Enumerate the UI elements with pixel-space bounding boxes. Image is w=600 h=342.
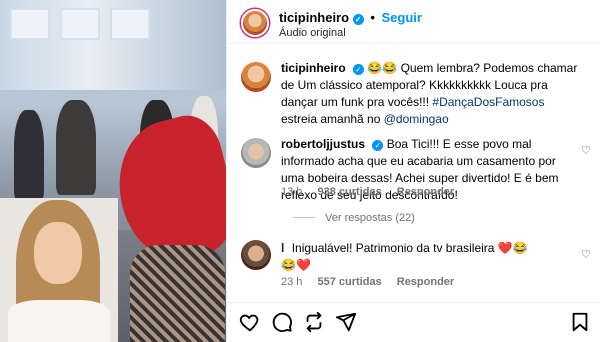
author-username[interactable]: ticipinheiro <box>279 10 349 25</box>
studio-panel <box>10 8 50 40</box>
studio-panel <box>60 8 100 40</box>
caption-avatar[interactable] <box>241 62 271 92</box>
repost-icon[interactable] <box>303 311 325 333</box>
comment-emoji-line: 😂❤️ <box>281 258 311 272</box>
studio-panel <box>110 8 150 40</box>
comment-time: 13 h <box>281 186 303 198</box>
verified-icon: ✓ <box>352 14 364 25</box>
post-video[interactable] <box>0 0 226 342</box>
comment-username[interactable]: l <box>281 241 284 255</box>
header-user-line: ticipinheiro ✓ • Seguir <box>279 10 422 25</box>
dancer-legs <box>130 245 225 342</box>
view-replies-button[interactable]: Ver respostas (22) <box>293 212 415 224</box>
comment-body: Inigualável! Patrimonio da tv brasileira… <box>291 241 528 255</box>
comment-likes[interactable]: 557 curtidas <box>317 276 381 288</box>
author-avatar[interactable] <box>241 9 269 37</box>
comment-like-heart-icon[interactable]: ♡ <box>581 248 591 261</box>
comment-likes[interactable]: 938 curtidas <box>317 186 381 198</box>
comment-text: l Inigualável! Patrimonio da tv brasilei… <box>281 240 581 274</box>
bookmark-icon[interactable] <box>569 311 591 333</box>
caption-hashtag[interactable]: #DançaDosFamosos <box>432 95 544 109</box>
comment-meta: 23 h 557 curtidas Responder <box>281 276 466 288</box>
inset-face <box>34 222 82 284</box>
comment-row: l Inigualável! Patrimonio da tv brasilei… <box>241 238 593 298</box>
comment-icon[interactable] <box>271 311 293 333</box>
inset-shirt <box>8 300 110 342</box>
action-bar <box>227 302 600 342</box>
heart-icon[interactable] <box>239 311 261 333</box>
background-person <box>14 110 44 200</box>
verified-icon: ✓ <box>353 64 365 75</box>
view-replies-label: Ver respostas (22) <box>325 212 415 224</box>
caption-body-after: estreia amanhã no <box>281 112 381 126</box>
reply-button[interactable]: Responder <box>397 186 454 198</box>
share-icon[interactable] <box>335 311 357 333</box>
caption-username[interactable]: ticipinheiro <box>281 61 346 75</box>
post-panel: ticipinheiro ✓ • Seguir Áudio original t… <box>226 0 600 342</box>
separator-dot: • <box>370 10 375 25</box>
comment-row: robertoljjustus ✓ Boa Tici!!! E esse pov… <box>241 136 593 228</box>
verified-icon: ✓ <box>372 140 384 151</box>
post-header: ticipinheiro ✓ • Seguir Áudio original <box>227 0 600 44</box>
caption-emoji: 😂😂 <box>367 61 398 75</box>
background-person <box>56 100 96 195</box>
comment-like-heart-icon[interactable]: ♡ <box>581 144 591 157</box>
caption-text: ticipinheiro ✓ 😂😂 Quem lembra? Podemos c… <box>281 60 581 128</box>
audio-label[interactable]: Áudio original <box>279 27 346 39</box>
commenter-avatar[interactable] <box>241 240 271 270</box>
comment-username[interactable]: robertoljjustus <box>281 137 365 151</box>
reply-button[interactable]: Responder <box>397 276 454 288</box>
comment-meta: 13 h 938 curtidas Responder <box>281 186 466 198</box>
caption-row: ticipinheiro ✓ 😂😂 Quem lembra? Podemos c… <box>241 60 593 130</box>
commenter-avatar[interactable] <box>241 138 271 168</box>
follow-button[interactable]: Seguir <box>382 10 422 25</box>
replies-divider <box>293 217 315 218</box>
comment-time: 23 h <box>281 276 303 288</box>
caption-mention[interactable]: @domingao <box>384 112 449 126</box>
